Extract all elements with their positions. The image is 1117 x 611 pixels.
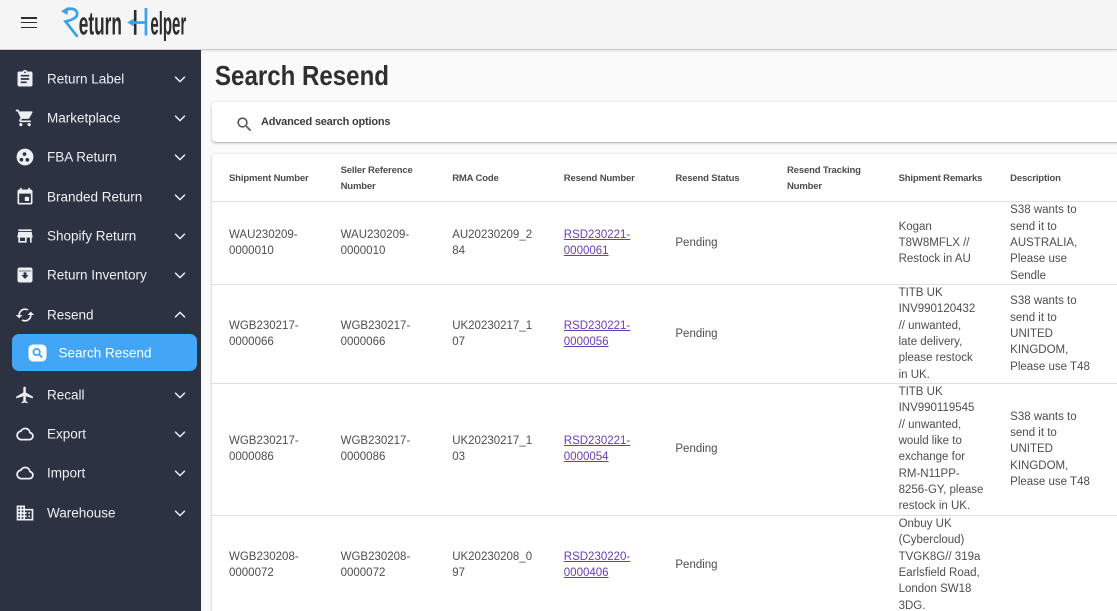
svg-text:eturn: eturn xyxy=(79,7,122,42)
svg-text:elper: elper xyxy=(150,6,186,42)
